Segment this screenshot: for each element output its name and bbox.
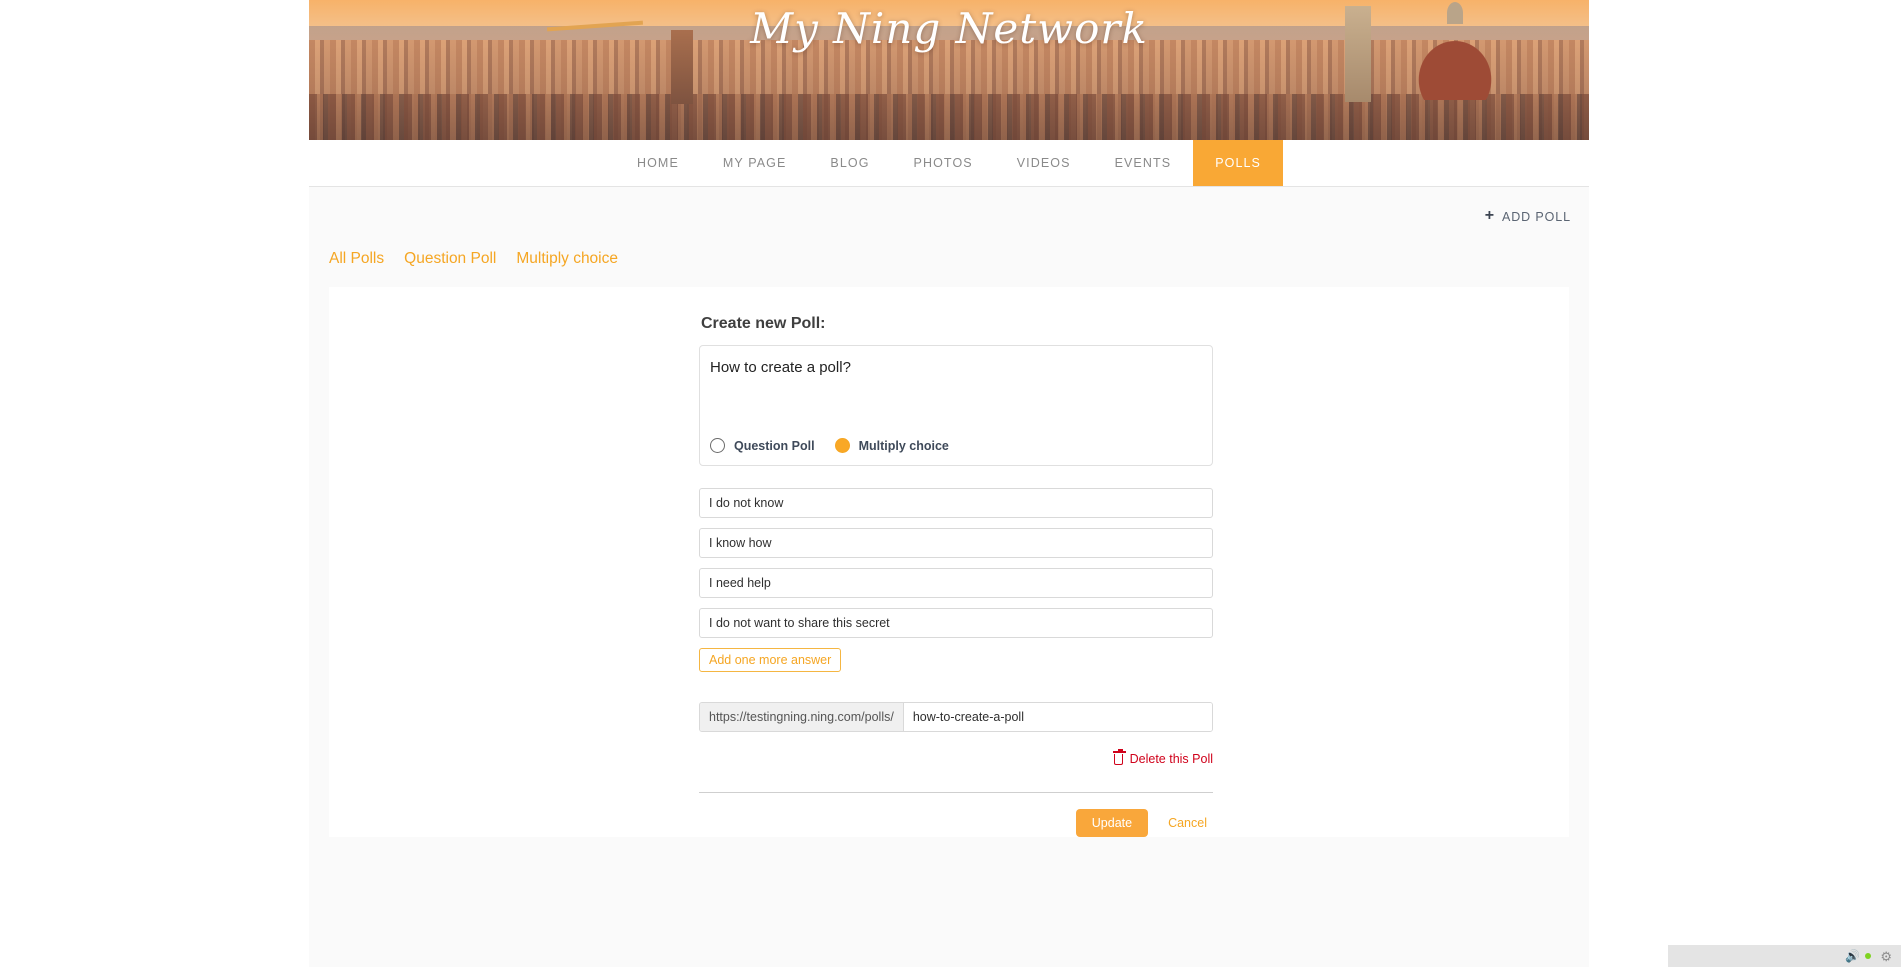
site-banner: My Ning Network — [309, 0, 1589, 140]
banner-cityscape-foreground — [309, 94, 1589, 140]
answer-input-1[interactable] — [699, 488, 1213, 518]
cancel-button[interactable]: Cancel — [1162, 815, 1213, 831]
poll-url-slug-input[interactable] — [903, 703, 1212, 731]
radio-circle-icon — [710, 438, 725, 453]
delete-poll-button[interactable]: Delete this Poll — [1112, 748, 1213, 766]
plus-icon: + — [1484, 207, 1495, 224]
radio-multiply-choice-label: Multiply choice — [858, 438, 949, 453]
nav-item-polls[interactable]: POLLS — [1193, 140, 1283, 186]
speaker-icon[interactable]: 🔊 — [1845, 950, 1860, 962]
nav-item-events[interactable]: EVENTS — [1093, 140, 1194, 186]
green-dot-icon — [1865, 953, 1872, 959]
question-input[interactable]: How to create a poll? — [700, 346, 1212, 428]
nav-item-photos[interactable]: PHOTOS — [892, 140, 995, 186]
subnav-item-multiply-choice[interactable]: Multiply choice — [516, 250, 618, 268]
poll-type-radio-group: Question Poll Multiply choice — [700, 428, 1212, 465]
radio-multiply-choice[interactable]: Multiply choice — [834, 438, 949, 453]
answer-input-4[interactable] — [699, 608, 1213, 638]
page-body: + ADD POLL All Polls Question Poll Multi… — [309, 187, 1589, 967]
status-bar: 🔊 ⚙ — [1668, 945, 1901, 967]
content-card: Create new Poll: How to create a poll? Q… — [329, 287, 1569, 837]
add-poll-button[interactable]: + ADD POLL — [1484, 207, 1571, 224]
answer-input-3[interactable] — [699, 568, 1213, 598]
delete-poll-label: Delete this Poll — [1129, 752, 1213, 766]
site-container: My Ning Network HOME MY PAGE BLOG PHOTOS… — [309, 0, 1589, 967]
poll-url-prefix: https://testingning.ning.com/polls/ — [700, 703, 904, 731]
question-box: How to create a poll? Question Poll Mult… — [699, 345, 1213, 466]
add-poll-label: ADD POLL — [1501, 209, 1571, 224]
nav-item-my-page[interactable]: MY PAGE — [701, 140, 809, 186]
add-poll-row: + ADD POLL — [309, 187, 1589, 239]
subnav-item-question-poll[interactable]: Question Poll — [404, 250, 496, 268]
trash-icon — [1112, 748, 1126, 765]
gear-icon[interactable]: ⚙ — [1880, 950, 1892, 963]
nav-item-videos[interactable]: VIDEOS — [995, 140, 1093, 186]
add-answer-button[interactable]: Add one more answer — [699, 648, 842, 672]
poll-url-row: https://testingning.ning.com/polls/ — [699, 702, 1213, 732]
create-poll-form: Create new Poll: How to create a poll? Q… — [685, 315, 1213, 837]
nav-item-blog[interactable]: BLOG — [808, 140, 891, 186]
radio-question-poll[interactable]: Question Poll — [710, 438, 815, 453]
update-button[interactable]: Update — [1075, 809, 1149, 837]
delete-row: Delete this Poll — [699, 748, 1213, 766]
answers-list: Add one more answer — [699, 488, 1213, 672]
polls-subnav: All Polls Question Poll Multiply choice — [309, 239, 1589, 279]
radio-question-poll-label: Question Poll — [734, 438, 815, 453]
nav-item-home[interactable]: HOME — [615, 140, 701, 186]
form-actions: Update Cancel — [699, 793, 1213, 837]
site-title: My Ning Network — [750, 4, 1148, 53]
radio-circle-filled-icon — [834, 438, 850, 453]
subnav-item-all-polls[interactable]: All Polls — [329, 250, 384, 268]
form-title: Create new Poll: — [701, 315, 826, 332]
answer-input-2[interactable] — [699, 528, 1213, 558]
main-navigation: HOME MY PAGE BLOG PHOTOS VIDEOS EVENTS P… — [309, 140, 1589, 187]
